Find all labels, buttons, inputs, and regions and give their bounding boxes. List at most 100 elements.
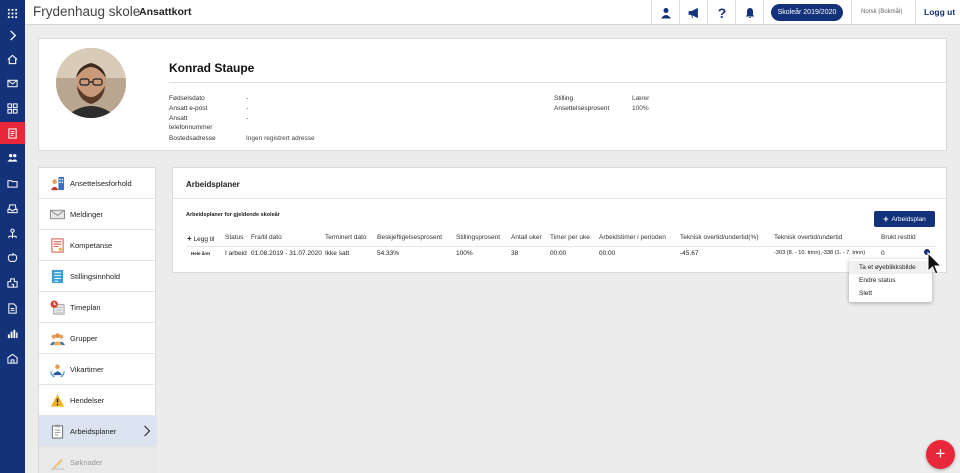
menu-item-timeplan[interactable]: Timeplan bbox=[39, 292, 157, 323]
apple-icon[interactable] bbox=[0, 246, 25, 268]
column-header: Terminert dato bbox=[325, 234, 367, 241]
field-value: Lærer bbox=[632, 95, 650, 102]
people-icon[interactable] bbox=[0, 146, 25, 168]
workplans-panel: Arbeidsplaner Arbeidsplaner for gjeldend… bbox=[172, 167, 947, 273]
school-year-selector[interactable]: Skoleår 2019/2020 bbox=[771, 4, 843, 21]
add-workplan-button[interactable]: + Arbeidsplan bbox=[874, 211, 935, 227]
mail-icon[interactable] bbox=[0, 72, 25, 94]
expand-chevron-icon[interactable] bbox=[0, 24, 25, 46]
column-header: Beskjeftigelsesprosent bbox=[377, 234, 443, 241]
building-icon[interactable] bbox=[0, 271, 25, 293]
menu-item-vikartimer[interactable]: Vikartimer bbox=[39, 354, 157, 385]
top-bar: Frydenhaug skole Ansattkort ? Skoleår 20… bbox=[25, 0, 960, 25]
field-label: Ansatt telefonnummer bbox=[169, 115, 213, 131]
floating-add-button[interactable]: + bbox=[926, 440, 955, 469]
table-cell: I arbeid bbox=[225, 250, 247, 257]
column-header: Antall uker bbox=[511, 234, 542, 241]
clock-calendar-icon bbox=[49, 299, 65, 315]
menu-item-change-status[interactable]: Endre status bbox=[859, 277, 896, 284]
column-header: Brukt resttid bbox=[881, 234, 916, 241]
logout-button[interactable]: Logg ut bbox=[924, 7, 955, 17]
field-label: Bostedsadresse bbox=[169, 135, 216, 142]
certificate-icon bbox=[49, 237, 65, 253]
divider bbox=[169, 82, 946, 83]
field-value: Ingen registrert adresse bbox=[246, 135, 315, 142]
language-selector[interactable]: Norsk (Bokmål) bbox=[861, 9, 902, 15]
field-label: Ansettelsesprosent bbox=[554, 105, 610, 112]
page-title: Ansattkort bbox=[139, 6, 192, 18]
divider bbox=[186, 246, 936, 247]
menu-item-snapshot[interactable]: Ta et øyeblikksbilde bbox=[849, 261, 932, 274]
avatar bbox=[56, 48, 126, 118]
divider bbox=[173, 198, 946, 199]
menu-item-arbeidsplaner[interactable]: Arbeidsplaner bbox=[39, 416, 157, 447]
column-header: Teknisk overtid/undertid(%) bbox=[680, 234, 759, 241]
menu-item-soknader: Søknader bbox=[39, 447, 157, 473]
section-subtitle: Arbeidsplaner for gjeldende skoleår bbox=[186, 212, 280, 218]
table-cell: Hele året bbox=[191, 251, 211, 256]
add-row-link[interactable]: + Legg til bbox=[187, 234, 214, 243]
menu-item-ansettelsesforhold[interactable]: Ansettelsesforhold bbox=[39, 168, 157, 199]
table-cell: -303 (8. - 10. trinn),-338 (1. - 7. trin… bbox=[774, 250, 866, 256]
field-value: - bbox=[246, 95, 249, 102]
user-icon[interactable] bbox=[652, 0, 680, 25]
warning-icon bbox=[49, 392, 65, 408]
org-chart-icon bbox=[49, 175, 65, 191]
menu-item-delete[interactable]: Slett bbox=[859, 290, 872, 297]
school-icon[interactable] bbox=[0, 347, 25, 369]
megaphone-icon[interactable] bbox=[680, 0, 708, 25]
network-icon[interactable] bbox=[0, 222, 25, 244]
chart-icon[interactable] bbox=[0, 322, 25, 344]
column-header: Stillingsprosent bbox=[456, 234, 501, 241]
field-value: - bbox=[246, 105, 249, 112]
column-header: Teknisk overtid/undertid bbox=[774, 234, 843, 241]
envelope-icon bbox=[49, 206, 65, 222]
table-cell: 00:00 bbox=[550, 250, 567, 257]
field-value: 100% bbox=[632, 105, 649, 112]
table-cell: 00:00 bbox=[599, 250, 616, 257]
field-label: Fødselsdato bbox=[169, 95, 205, 102]
menu-item-stillingsinnhold[interactable]: Stillingsinnhold bbox=[39, 261, 157, 292]
field-value: - bbox=[246, 115, 249, 122]
menu-item-grupper[interactable]: Grupper bbox=[39, 323, 157, 354]
table-cell: 01.08.2019 - 31.07.2020 bbox=[251, 250, 322, 257]
divider bbox=[915, 0, 916, 25]
menu-item-kompetanse[interactable]: Kompetanse bbox=[39, 230, 157, 261]
plus-icon: + bbox=[883, 214, 889, 224]
home-icon[interactable] bbox=[0, 48, 25, 70]
folder-icon[interactable] bbox=[0, 172, 25, 194]
column-header: Status bbox=[225, 234, 244, 241]
divider bbox=[851, 0, 852, 25]
left-nav-rail bbox=[0, 0, 25, 473]
pencil-icon bbox=[49, 454, 65, 470]
plus-icon: + bbox=[187, 234, 192, 243]
profile-card: Konrad Staupe Fødselsdato - Ansatt e-pos… bbox=[38, 38, 947, 151]
substitute-icon bbox=[49, 361, 65, 377]
divider bbox=[763, 0, 764, 25]
menu-item-meldinger[interactable]: Meldinger bbox=[39, 199, 157, 230]
list-document-icon bbox=[49, 268, 65, 284]
column-header: Arbeidstimer i perioden bbox=[599, 234, 666, 241]
help-icon[interactable]: ? bbox=[708, 0, 736, 25]
field-label: Stilling bbox=[554, 95, 574, 102]
group-icon bbox=[49, 330, 65, 346]
table-cell: 54.33% bbox=[377, 250, 400, 257]
section-title: Arbeidsplaner bbox=[186, 180, 240, 189]
column-header: Timer per uke bbox=[550, 234, 590, 241]
table-cell: Ikke satt bbox=[325, 250, 350, 257]
grid-icon[interactable] bbox=[0, 2, 25, 24]
table-cell: 38 bbox=[511, 250, 519, 257]
employee-menu: Ansettelsesforhold Meldinger Kompetanse … bbox=[38, 167, 157, 473]
table-cell: -45.67 bbox=[680, 250, 699, 257]
mouse-cursor-icon bbox=[927, 252, 942, 275]
menu-item-hendelser[interactable]: Hendelser bbox=[39, 385, 157, 416]
modules-icon[interactable] bbox=[0, 97, 25, 119]
clipboard-icon bbox=[49, 423, 65, 439]
school-name: Frydenhaug skole bbox=[33, 4, 141, 19]
employee-name: Konrad Staupe bbox=[169, 61, 255, 75]
document-icon[interactable] bbox=[0, 297, 25, 319]
table-cell: 100% bbox=[456, 250, 473, 257]
employee-card-icon[interactable] bbox=[0, 122, 25, 144]
bell-icon[interactable] bbox=[736, 0, 764, 25]
inbox-icon[interactable] bbox=[0, 197, 25, 219]
